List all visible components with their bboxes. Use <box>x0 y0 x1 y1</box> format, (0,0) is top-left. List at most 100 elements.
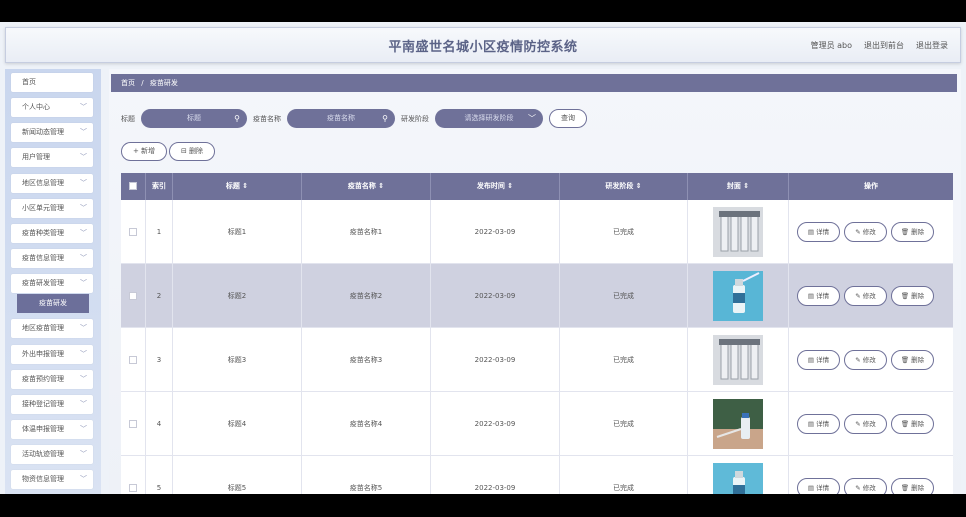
trash-icon: 🗑 <box>900 292 912 300</box>
chevron-down-icon: ﹀ <box>80 204 87 212</box>
table-header: 索引 标题 ⇕ 疫苗名称 ⇕ 发布时间 ⇕ 研发阶段 ⇕ 封面 ⇕ 操作 <box>121 173 953 200</box>
sidebar-item-vaccine-rd[interactable]: 疫苗研发管理 ﹀ <box>11 274 93 293</box>
sidebar-item-temperature[interactable]: 体温申报管理 ﹀ <box>11 420 93 439</box>
row-checkbox[interactable] <box>129 484 137 492</box>
detail-button[interactable]: ▤ 详情 <box>797 350 840 370</box>
edit-button[interactable]: ✎ 修改 <box>844 414 887 434</box>
chevron-down-icon: ﹀ <box>80 229 87 237</box>
row-checkbox[interactable] <box>129 292 137 300</box>
sidebar-item-region-vaccine[interactable]: 地区疫苗管理 ﹀ <box>11 319 93 338</box>
app-screen: 平南盛世名城小区疫情防控系统 管理员 abo 退出到前台 退出登录 首页 个人中… <box>0 22 966 494</box>
col-vaccine-name[interactable]: 疫苗名称 ⇕ <box>302 173 431 200</box>
delete-button[interactable]: 🗑 删除 <box>891 350 934 370</box>
sidebar: 首页 个人中心 ﹀ 新闻动态管理 ﹀ 用户管理 ﹀ 地区信息管理 ﹀ 小区单元管理 ﹀ 疫… <box>5 69 101 494</box>
breadcrumb: 首页 / 疫苗研发 <box>111 74 957 92</box>
col-publish-time[interactable]: 发布时间 ⇕ <box>431 173 560 200</box>
breadcrumb-home[interactable]: 首页 <box>121 79 135 87</box>
name-search-input[interactable]: 疫苗名称 ⚲ <box>287 109 395 128</box>
col-title[interactable]: 标题 ⇕ <box>173 173 302 200</box>
select-all-cell <box>121 173 146 200</box>
sidebar-item-vaccine-types[interactable]: 疫苗种类管理 ﹀ <box>11 224 93 243</box>
select-all-checkbox[interactable] <box>129 182 137 190</box>
add-button[interactable]: + 新增 <box>121 142 167 161</box>
admin-label[interactable]: 管理员 abo <box>811 40 852 51</box>
batch-delete-button[interactable]: ⊟ 删除 <box>169 142 215 161</box>
row-stage: 已完成 <box>560 392 688 456</box>
breadcrumb-current: 疫苗研发 <box>149 79 178 87</box>
row-title: 标题4 <box>173 392 302 456</box>
cover-image[interactable] <box>713 207 763 257</box>
row-title: 标题3 <box>173 328 302 392</box>
row-checkbox[interactable] <box>129 420 137 428</box>
search-icon: ⚲ <box>234 114 240 123</box>
table-row: 1 标题1 疫苗名称1 2022-03-09 已完成 ▤ 详情 ✎ 修改 🗑 删… <box>121 200 953 264</box>
row-vaccine-name: 疫苗名称4 <box>302 392 431 456</box>
row-title: 标题5 <box>173 456 302 494</box>
trash-icon: 🗑 <box>900 484 912 492</box>
row-publish-time: 2022-03-09 <box>431 456 560 494</box>
sidebar-item-users[interactable]: 用户管理 ﹀ <box>11 148 93 167</box>
search-icon: ⚲ <box>382 114 388 123</box>
chevron-down-icon: ﹀ <box>80 153 87 161</box>
row-title: 标题2 <box>173 264 302 328</box>
chevron-down-icon: ﹀ <box>80 254 87 262</box>
data-table: 索引 标题 ⇕ 疫苗名称 ⇕ 发布时间 ⇕ 研发阶段 ⇕ 封面 ⇕ 操作 1 标… <box>121 173 953 494</box>
cover-image[interactable] <box>713 271 763 321</box>
col-index[interactable]: 索引 <box>146 173 173 200</box>
detail-button[interactable]: ▤ 详情 <box>797 478 840 494</box>
delete-button[interactable]: 🗑 删除 <box>891 222 934 242</box>
row-checkbox[interactable] <box>129 356 137 364</box>
chevron-down-icon: ﹀ <box>80 103 87 111</box>
logout-link[interactable]: 退出登录 <box>916 40 948 51</box>
delete-button[interactable]: 🗑 删除 <box>891 286 934 306</box>
stage-select[interactable]: 请选择研发阶段 ﹀ <box>435 109 543 128</box>
sidebar-item-registration[interactable]: 接种登记管理 ﹀ <box>11 395 93 414</box>
sidebar-subitem-vaccine-rd[interactable]: 疫苗研发 <box>17 294 89 313</box>
row-index: 2 <box>146 264 173 328</box>
sidebar-item-region[interactable]: 地区信息管理 ﹀ <box>11 174 93 193</box>
back-to-front-link[interactable]: 退出到前台 <box>864 40 904 51</box>
row-publish-time: 2022-03-09 <box>431 328 560 392</box>
edit-button[interactable]: ✎ 修改 <box>844 478 887 494</box>
edit-button[interactable]: ✎ 修改 <box>844 350 887 370</box>
sidebar-item-units[interactable]: 小区单元管理 ﹀ <box>11 199 93 218</box>
delete-button[interactable]: 🗑 删除 <box>891 478 934 494</box>
row-vaccine-name: 疫苗名称1 <box>302 200 431 264</box>
chevron-down-icon: ﹀ <box>80 450 87 458</box>
col-cover[interactable]: 封面 ⇕ <box>688 173 789 200</box>
edit-button[interactable]: ✎ 修改 <box>844 222 887 242</box>
sidebar-item-vaccine-info[interactable]: 疫苗信息管理 ﹀ <box>11 249 93 268</box>
chevron-down-icon: ﹀ <box>80 279 87 287</box>
breadcrumb-separator: / <box>141 79 144 87</box>
sidebar-item-news[interactable]: 新闻动态管理 ﹀ <box>11 123 93 142</box>
sidebar-item-supplies[interactable]: 物资信息管理 ﹀ <box>11 470 93 489</box>
row-checkbox[interactable] <box>129 228 137 236</box>
sidebar-item-trajectory[interactable]: 活动轨迹管理 ﹀ <box>11 445 93 464</box>
chevron-down-icon: ﹀ <box>528 114 536 123</box>
sidebar-item-personal[interactable]: 个人中心 ﹀ <box>11 98 93 117</box>
title-search-input[interactable]: 标题 ⚲ <box>141 109 247 128</box>
title-filter-label: 标题 <box>121 114 135 123</box>
detail-button[interactable]: ▤ 详情 <box>797 222 840 242</box>
cover-image[interactable] <box>713 463 763 494</box>
detail-button[interactable]: ▤ 详情 <box>797 286 840 306</box>
sidebar-item-appointment[interactable]: 疫苗预约管理 ﹀ <box>11 370 93 389</box>
detail-button[interactable]: ▤ 详情 <box>797 414 840 434</box>
edit-button[interactable]: ✎ 修改 <box>844 286 887 306</box>
cover-image[interactable] <box>713 335 763 385</box>
pencil-icon: ✎ <box>855 484 863 492</box>
table-row: 2 标题2 疫苗名称2 2022-03-09 已完成 ▤ 详情 ✎ 修改 🗑 删… <box>121 264 953 328</box>
header-actions: 管理员 abo 退出到前台 退出登录 <box>811 40 948 51</box>
trash-icon: 🗑 <box>900 228 912 236</box>
row-vaccine-name: 疫苗名称2 <box>302 264 431 328</box>
chevron-down-icon: ﹀ <box>80 375 87 383</box>
query-button[interactable]: 查询 <box>549 109 587 128</box>
row-stage: 已完成 <box>560 456 688 494</box>
delete-button[interactable]: 🗑 删除 <box>891 414 934 434</box>
row-title: 标题1 <box>173 200 302 264</box>
cover-image[interactable] <box>713 399 763 449</box>
row-publish-time: 2022-03-09 <box>431 392 560 456</box>
sidebar-item-outing[interactable]: 外出申报管理 ﹀ <box>11 345 93 364</box>
sidebar-item-home[interactable]: 首页 <box>11 73 93 92</box>
col-stage[interactable]: 研发阶段 ⇕ <box>560 173 688 200</box>
